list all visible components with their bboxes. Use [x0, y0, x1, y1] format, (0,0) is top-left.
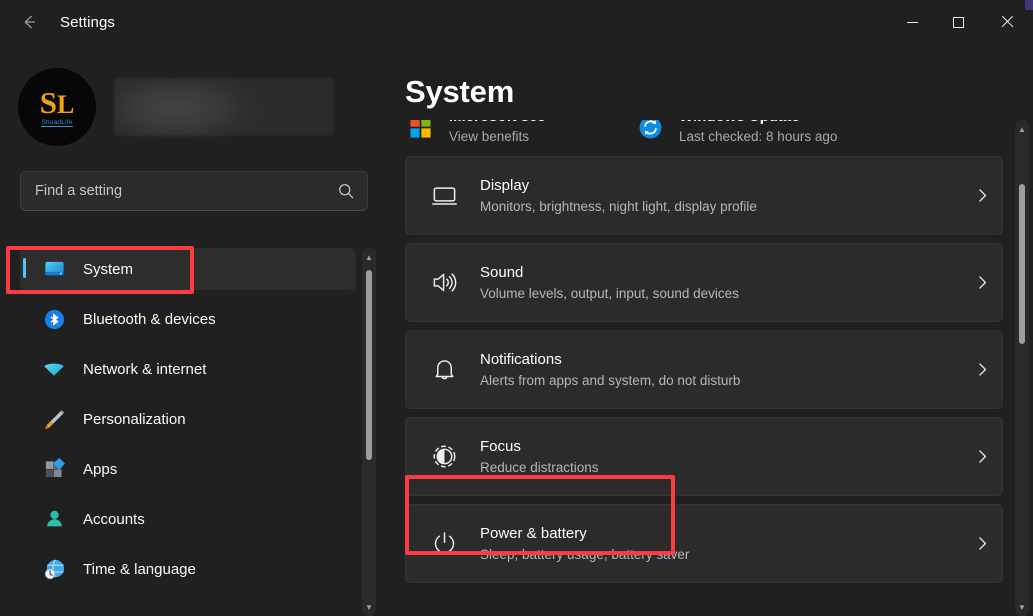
sidebar-item-system[interactable]: System: [20, 248, 356, 290]
search-icon[interactable]: [337, 182, 355, 200]
back-button[interactable]: [12, 7, 46, 37]
sidebar-item-label: Accounts: [83, 510, 145, 528]
title-bar: Settings: [0, 0, 1033, 44]
card-title: Focus: [480, 437, 521, 455]
avatar-caption: ShuadLife: [41, 119, 73, 127]
sidebar-item-label: Network & internet: [83, 360, 207, 378]
sidebar-item-bluetooth-devices[interactable]: Bluetooth & devices: [20, 298, 356, 340]
card-subtitle: Alerts from apps and system, do not dist…: [480, 372, 741, 388]
card-text: Sound Volume levels, output, input, soun…: [480, 262, 962, 304]
chevron-right-icon[interactable]: [962, 448, 1002, 465]
apps-icon: [42, 457, 66, 481]
search-container: [20, 171, 368, 211]
tile-title: Windows Update: [679, 120, 837, 127]
monitor-icon: [42, 257, 66, 281]
maximize-icon: [952, 16, 964, 28]
sidebar-item-label: Personalization: [83, 410, 186, 428]
sidebar-scrollbar-thumb[interactable]: [366, 270, 372, 460]
avatar-logo-letter-l: L: [56, 90, 75, 119]
account-block[interactable]: S L ShuadLife: [18, 68, 388, 146]
sidebar-item-personalization[interactable]: Personalization: [20, 398, 356, 440]
settings-window: Settings S L ShuadLife Find a setting Sy…: [0, 0, 1033, 616]
settings-card-focus[interactable]: Focus Reduce distractions: [405, 417, 1003, 496]
display-icon: [426, 178, 462, 214]
account-name-redacted: [114, 78, 334, 136]
card-text: Notifications Alerts from apps and syste…: [480, 349, 962, 391]
main-scrollbar-thumb[interactable]: [1019, 184, 1025, 344]
sidebar-item-apps[interactable]: Apps: [20, 448, 356, 490]
windows-update-tile[interactable]: Windows Update Last checked: 8 hours ago: [635, 120, 985, 147]
card-subtitle: Reduce distractions: [480, 459, 599, 475]
scroll-down-arrow-icon[interactable]: ▼: [1015, 600, 1029, 614]
main-content: System Microsoft 365 View benefits: [388, 44, 1033, 616]
settings-card-notifications[interactable]: Notifications Alerts from apps and syste…: [405, 330, 1003, 409]
sound-icon: [426, 265, 462, 301]
microsoft-365-tile[interactable]: Microsoft 365 View benefits: [405, 120, 635, 147]
avatar-logo: S L ShuadLife: [39, 85, 75, 127]
card-title: Notifications: [480, 350, 562, 368]
sidebar-item-accounts[interactable]: Accounts: [20, 498, 356, 540]
chevron-right-icon[interactable]: [962, 274, 1002, 291]
power-icon: [426, 526, 462, 562]
settings-card-display[interactable]: Display Monitors, brightness, night ligh…: [405, 156, 1003, 235]
top-tiles-row: Microsoft 365 View benefits: [405, 120, 1005, 156]
update-sync-icon: [635, 120, 665, 142]
bluetooth-icon: [42, 307, 66, 331]
sidebar-item-label: Apps: [83, 460, 118, 478]
card-title: Display: [480, 176, 530, 194]
card-text: Focus Reduce distractions: [480, 436, 962, 478]
avatar-logo-letter-s: S: [39, 85, 57, 120]
close-icon: [1000, 15, 1014, 29]
microsoft-logo-icon: [405, 120, 435, 142]
sidebar-item-label: System: [83, 260, 134, 278]
avatar[interactable]: S L ShuadLife: [18, 68, 96, 146]
window-corner-accent: [1025, 0, 1033, 10]
minimize-button[interactable]: [889, 0, 935, 44]
page-title: System: [405, 74, 515, 109]
settings-card-power-battery[interactable]: Power & battery Sleep, battery usage, ba…: [405, 504, 1003, 583]
chevron-right-icon[interactable]: [962, 361, 1002, 378]
scroll-down-arrow-icon[interactable]: ▼: [362, 600, 376, 614]
sidebar-scrollbar[interactable]: ▲ ▼: [362, 248, 376, 616]
maximize-button[interactable]: [935, 0, 981, 44]
wifi-icon: [42, 357, 66, 381]
window-controls: [889, 0, 1033, 44]
globe-clock-icon: [42, 557, 66, 581]
paintbrush-icon: [42, 407, 66, 431]
chevron-right-icon[interactable]: [962, 535, 1002, 552]
scroll-up-arrow-icon[interactable]: ▲: [362, 250, 376, 264]
settings-list: Microsoft 365 View benefits: [388, 120, 1015, 616]
card-title: Power & battery: [480, 524, 587, 542]
card-text: Display Monitors, brightness, night ligh…: [480, 175, 962, 217]
chevron-right-icon[interactable]: [962, 187, 1002, 204]
tile-title: Microsoft 365: [449, 120, 546, 127]
sidebar-nav: System Bluetooth & devices Network & int…: [0, 248, 388, 616]
person-icon: [42, 507, 66, 531]
search-input[interactable]: [20, 171, 368, 211]
back-arrow-icon: [24, 15, 36, 29]
sidebar-item-time-language[interactable]: Time & language: [20, 548, 356, 590]
card-subtitle: Sleep, battery usage, battery saver: [480, 546, 690, 562]
card-text: Power & battery Sleep, battery usage, ba…: [480, 523, 962, 565]
sidebar: S L ShuadLife Find a setting System Blue…: [0, 44, 388, 616]
settings-card-sound[interactable]: Sound Volume levels, output, input, soun…: [405, 243, 1003, 322]
card-subtitle: Volume levels, output, input, sound devi…: [480, 285, 739, 301]
bell-icon: [426, 352, 462, 388]
focus-icon: [426, 439, 462, 475]
sidebar-item-label: Time & language: [83, 560, 196, 578]
card-title: Sound: [480, 263, 524, 281]
tile-subtitle: Last checked: 8 hours ago: [679, 129, 838, 144]
card-subtitle: Monitors, brightness, night light, displ…: [480, 198, 757, 214]
scroll-up-arrow-icon[interactable]: ▲: [1015, 122, 1029, 136]
sidebar-item-label: Bluetooth & devices: [83, 310, 216, 328]
tile-subtitle: View benefits: [449, 129, 530, 144]
minimize-icon: [906, 21, 918, 23]
window-title: Settings: [60, 13, 115, 31]
settings-cards: Display Monitors, brightness, night ligh…: [388, 156, 1015, 591]
main-scrollbar[interactable]: ▲ ▼: [1015, 120, 1029, 616]
sidebar-item-network-internet[interactable]: Network & internet: [20, 348, 356, 390]
